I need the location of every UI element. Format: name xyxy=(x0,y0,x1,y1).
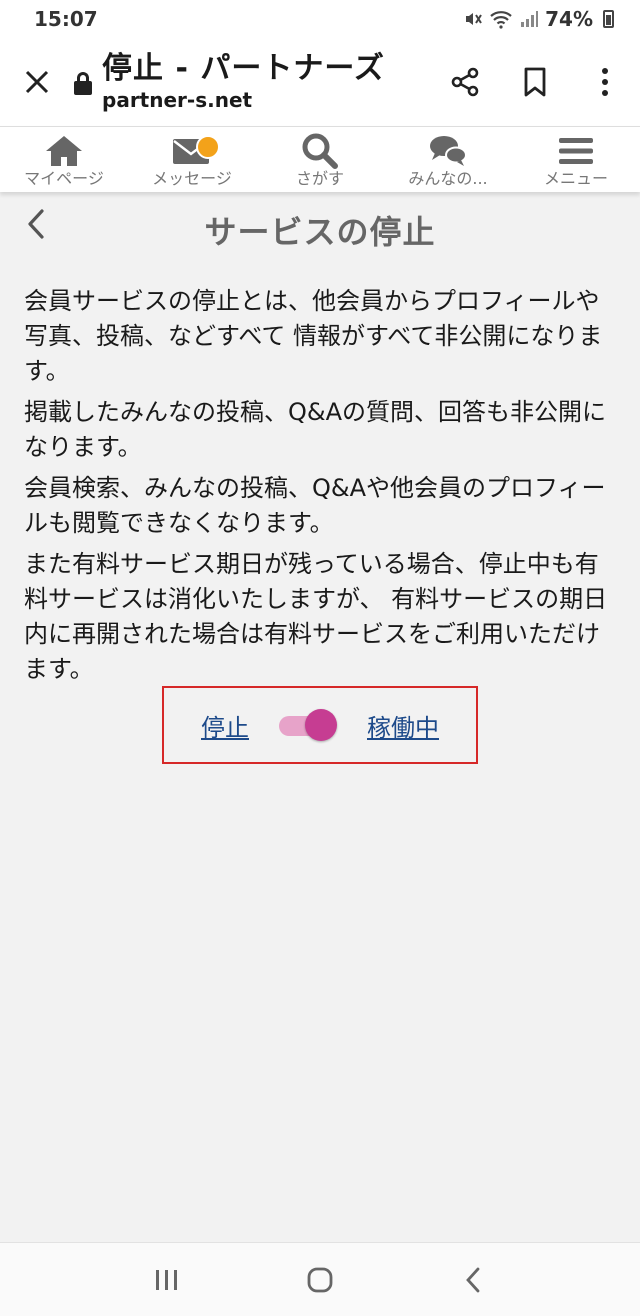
battery-icon xyxy=(603,10,614,28)
nav-item-label: メッセージ xyxy=(152,169,232,188)
home-button-icon xyxy=(307,1267,333,1292)
nav-item-label: メニュー xyxy=(543,169,608,188)
close-icon xyxy=(25,70,49,94)
site-nav: マイページ メッセージ さがす みんなの... メニュー xyxy=(0,126,640,192)
nav-item-search[interactable]: さがす xyxy=(256,127,384,192)
menu-icon xyxy=(559,138,593,164)
switch-thumb xyxy=(305,709,337,741)
page-title: 停止 - パートナーズ xyxy=(102,51,385,86)
bookmark-button[interactable] xyxy=(500,38,570,126)
back-button[interactable] xyxy=(16,204,56,244)
description-paragraph: 会員サービスの停止とは、他会員からプロフィールや写真、投稿、などすべて 情報がす… xyxy=(24,287,603,385)
status-icons: 74% xyxy=(463,7,614,31)
nav-item-menu[interactable]: メニュー xyxy=(512,127,640,192)
lock-icon xyxy=(74,72,92,96)
active-link[interactable]: 稼働中 xyxy=(367,708,439,743)
nav-item-label: さがす xyxy=(295,169,344,188)
description-paragraph: 掲載したみんなの投稿、Q&Aの質問、回答も非公開になります。 xyxy=(24,398,607,461)
wifi-icon xyxy=(490,11,512,29)
recents-icon xyxy=(155,1269,177,1290)
share-icon xyxy=(451,67,479,97)
description-paragraph: 会員検索、みんなの投稿、Q&Aや他会員のプロフィールも閲覧できなくなります。 xyxy=(24,474,606,537)
status-bar: 15:07 74% xyxy=(0,0,640,38)
nav-item-mypage[interactable]: マイページ xyxy=(0,127,128,192)
message-badge xyxy=(196,135,220,159)
system-navigation-bar xyxy=(0,1242,640,1316)
system-back-button[interactable] xyxy=(443,1250,503,1310)
close-tab-button[interactable] xyxy=(0,38,74,126)
browser-toolbar: 停止 - パートナーズ partner-s.net xyxy=(0,38,640,126)
more-vert-icon xyxy=(602,68,608,96)
section-title: サービスの停止 xyxy=(204,213,436,251)
status-time: 15:07 xyxy=(34,7,98,31)
signal-icon xyxy=(521,11,539,27)
content-header: サービスの停止 xyxy=(0,192,640,268)
nav-item-messages[interactable]: メッセージ xyxy=(128,127,256,192)
description-paragraph: また有料サービス期日が残っている場合、停止中も有料サービスは消化いたしますが、 … xyxy=(24,550,608,683)
nav-item-community[interactable]: みんなの... xyxy=(384,127,512,192)
stop-link[interactable]: 停止 xyxy=(201,708,249,743)
chevron-left-icon xyxy=(28,209,44,239)
service-status-switch[interactable] xyxy=(279,709,337,741)
nav-item-label: みんなの... xyxy=(408,169,488,188)
more-options-button[interactable] xyxy=(570,38,640,126)
chat-icon xyxy=(430,136,467,166)
nav-item-label: マイページ xyxy=(24,169,104,188)
back-icon xyxy=(466,1267,480,1292)
search-icon xyxy=(302,133,338,169)
recents-button[interactable] xyxy=(137,1250,197,1310)
address-block[interactable]: 停止 - パートナーズ partner-s.net xyxy=(102,51,430,113)
battery-percent: 74% xyxy=(545,7,593,31)
bookmark-icon xyxy=(524,67,546,97)
description: 会員サービスの停止とは、他会員からプロフィールや写真、投稿、などすべて 情報がす… xyxy=(24,284,618,693)
page-url: partner-s.net xyxy=(102,88,253,112)
home-button[interactable] xyxy=(290,1250,350,1310)
share-button[interactable] xyxy=(430,38,500,126)
home-icon xyxy=(46,136,82,166)
service-toggle-group: 停止 稼働中 xyxy=(162,686,478,764)
mute-icon xyxy=(466,13,482,25)
